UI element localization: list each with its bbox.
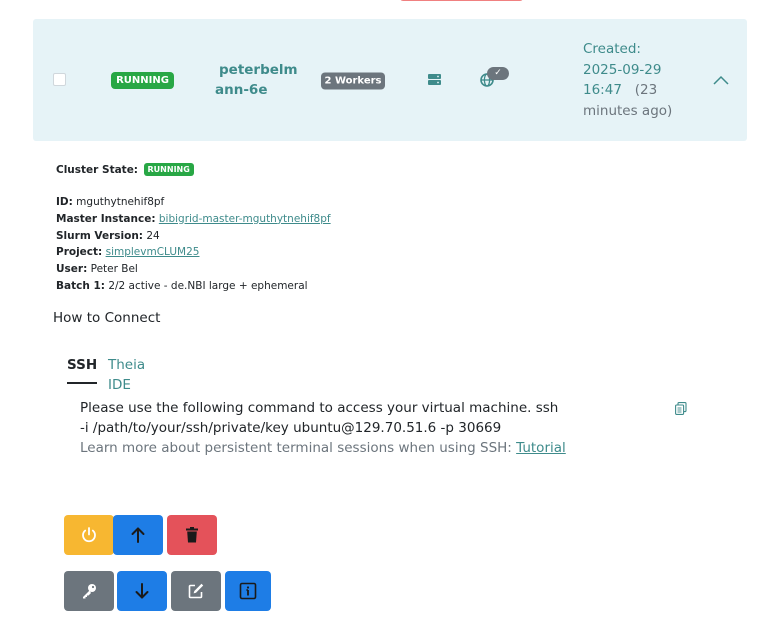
cluster-state: Cluster State: RUNNING (56, 163, 194, 176)
trash-icon (186, 527, 198, 543)
created-ago: (23 (634, 82, 658, 98)
detail-batch: Batch 1: 2/2 active - de.NBI large + eph… (56, 279, 308, 292)
cluster-details: ID: mguthytnehif8pf Master Instance: bib… (56, 194, 331, 295)
how-to-connect-title: How to Connect (53, 310, 161, 326)
detail-project: Project: simplevmCLUM25 (56, 246, 200, 259)
power-icon (82, 527, 96, 543)
cluster-state-label: Cluster State: (56, 164, 139, 176)
top-button-edge (400, 0, 523, 1)
delete-button[interactable] (167, 515, 217, 555)
detail-slurm: Slurm Version: 24 (56, 229, 160, 242)
created-info: Created: 2025-09-29 16:47 (23 minutes ag… (583, 39, 693, 121)
tutorial-link[interactable]: Tutorial (516, 440, 566, 456)
detail-user: User: Peter Bel (56, 263, 138, 276)
resume-button[interactable] (113, 515, 163, 555)
project-link[interactable]: simplevmCLUM25 (106, 246, 200, 258)
workers-badge: 2 Workers (321, 72, 385, 90)
edit-button[interactable] (171, 571, 221, 611)
scale-down-button[interactable] (117, 571, 167, 611)
stop-button[interactable] (64, 515, 114, 555)
chevron-up-icon[interactable] (713, 75, 729, 85)
info-button[interactable] (225, 571, 271, 611)
copy-icon[interactable] (675, 402, 687, 415)
key-icon (83, 584, 96, 599)
cluster-name-link[interactable]: peterbelmann-6e (215, 60, 299, 100)
ssh-key-button[interactable] (64, 571, 114, 611)
detail-id: ID: mguthytnehif8pf (56, 196, 165, 208)
status-badge: RUNNING (111, 72, 174, 89)
tab-ssh[interactable]: SSH (67, 355, 98, 384)
created-label: Created: (583, 41, 641, 57)
info-icon (239, 582, 257, 600)
created-ago-cont: minutes ago) (583, 102, 673, 119)
cluster-state-badge: RUNNING (143, 163, 194, 176)
arrow-down-icon (135, 583, 149, 599)
connection-check-badge: ✓ (487, 67, 509, 80)
master-instance-link[interactable]: bibigrid-master-mguthytnehif8pf (159, 213, 331, 225)
tab-theia-ide[interactable]: Theia IDE (108, 355, 145, 395)
arrow-up-icon (131, 527, 145, 543)
edit-icon (188, 583, 204, 599)
created-date: 2025-09-29 (583, 61, 662, 78)
select-checkbox[interactable] (53, 73, 66, 86)
cluster-row[interactable]: RUNNING peterbelmann-6e 2 Workers ✓ Crea… (33, 19, 747, 141)
server-icon (428, 74, 441, 85)
detail-master: Master Instance: bibigrid-master-mguthyt… (56, 212, 331, 225)
ssh-command-text: Please use the following command to acce… (80, 400, 559, 436)
learn-more-text: Learn more about persistent terminal ses… (80, 440, 566, 456)
created-time: 16:47 (583, 82, 622, 98)
